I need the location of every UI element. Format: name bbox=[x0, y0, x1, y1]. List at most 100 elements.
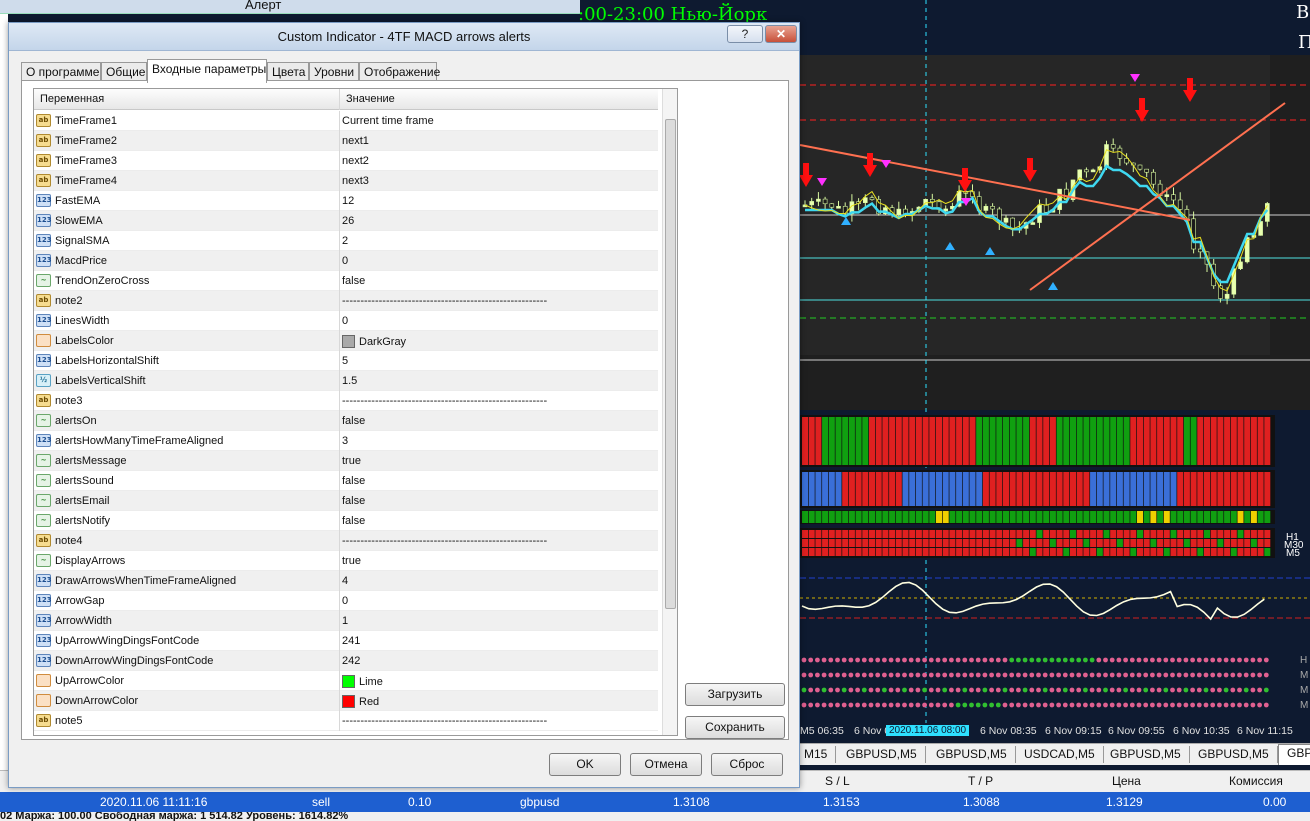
param-value[interactable]: DarkGray bbox=[342, 335, 406, 348]
param-value[interactable]: 0 bbox=[342, 255, 348, 267]
param-row-alertshowmanytimeframealigned[interactable]: 123 alertsHowManyTimeFrameAligned 3 bbox=[34, 431, 658, 451]
column-value[interactable]: Значение bbox=[346, 93, 395, 105]
param-row-displayarrows[interactable]: ~ DisplayArrows true bbox=[34, 551, 658, 571]
grid-scrollbar[interactable] bbox=[662, 89, 677, 735]
param-row-signalsma[interactable]: 123 SignalSMA 2 bbox=[34, 231, 658, 251]
param-value[interactable]: ----------------------------------------… bbox=[342, 535, 547, 547]
param-row-alertsnotify[interactable]: ~ alertsNotify false bbox=[34, 511, 658, 531]
cancel-button[interactable]: Отмена bbox=[630, 753, 702, 776]
aligned-cell bbox=[1190, 511, 1197, 523]
col-commission[interactable]: Комиссия bbox=[1229, 774, 1283, 788]
param-value[interactable]: true bbox=[342, 555, 361, 567]
param-row-note2[interactable]: ab note2 ---------------------------------… bbox=[34, 291, 658, 311]
save-button[interactable]: Сохранить bbox=[685, 716, 785, 739]
chart-tab[interactable]: GBPUSD,M5 bbox=[1190, 746, 1278, 763]
param-value[interactable]: 26 bbox=[342, 215, 354, 227]
param-value[interactable]: Current time frame bbox=[342, 115, 434, 127]
signal-dot bbox=[989, 702, 994, 708]
param-value[interactable]: false bbox=[342, 415, 365, 427]
param-value[interactable]: true bbox=[342, 455, 361, 467]
param-row-trendonzerocross[interactable]: ~ TrendOnZeroCross false bbox=[34, 271, 658, 291]
param-row-timeframe3[interactable]: ab TimeFrame3 next2 bbox=[34, 151, 658, 171]
param-row-alertsmessage[interactable]: ~ alertsMessage true bbox=[34, 451, 658, 471]
chart-tab[interactable]: USDCAD,M5 bbox=[1016, 746, 1104, 763]
param-row-timeframe2[interactable]: ab TimeFrame2 next1 bbox=[34, 131, 658, 151]
close-button[interactable]: ✕ bbox=[765, 25, 797, 43]
param-value[interactable]: ----------------------------------------… bbox=[342, 715, 547, 727]
col-price[interactable]: Цена bbox=[1112, 774, 1141, 788]
param-row-timeframe4[interactable]: ab TimeFrame4 next3 bbox=[34, 171, 658, 191]
tf-cell bbox=[1083, 539, 1090, 547]
chart-tab[interactable]: GBPUSD,M5 bbox=[928, 746, 1016, 763]
param-row-note3[interactable]: ab note3 ---------------------------------… bbox=[34, 391, 658, 411]
param-row-note5[interactable]: ab note5 ---------------------------------… bbox=[34, 711, 658, 731]
param-value[interactable]: Lime bbox=[342, 675, 383, 688]
dialog-titlebar[interactable]: Custom Indicator - 4TF MACD arrows alert… bbox=[9, 23, 799, 51]
param-row-arrowwidth[interactable]: 123 ArrowWidth 1 bbox=[34, 611, 658, 631]
param-value[interactable]: 3 bbox=[342, 435, 348, 447]
help-button[interactable]: ? bbox=[727, 25, 763, 43]
param-row-timeframe1[interactable]: ab TimeFrame1 Current time frame bbox=[34, 111, 658, 131]
tab-levels[interactable]: Уровни bbox=[309, 62, 359, 82]
param-value[interactable]: 0 bbox=[342, 315, 348, 327]
col-sl[interactable]: S / L bbox=[825, 774, 850, 788]
signal-dot bbox=[801, 702, 807, 708]
param-row-labelsverticalshift[interactable]: ½ LabelsVerticalShift 1.5 bbox=[34, 371, 658, 391]
param-value[interactable]: ----------------------------------------… bbox=[342, 295, 547, 307]
param-value[interactable]: 1.5 bbox=[342, 375, 357, 387]
reset-button[interactable]: Сброс bbox=[711, 753, 783, 776]
chart-tab-active[interactable]: GBP bbox=[1278, 744, 1310, 765]
tab-visualization[interactable]: Отображение bbox=[359, 62, 440, 82]
order-row[interactable]: 2020.11.06 11:11:16 sell 0.10 gbpusd 1.3… bbox=[0, 792, 1310, 812]
ok-button[interactable]: OK bbox=[549, 753, 621, 776]
param-value-text: 4 bbox=[342, 575, 349, 587]
param-row-fastema[interactable]: 123 FastEMA 12 bbox=[34, 191, 658, 211]
param-value[interactable]: 5 bbox=[342, 355, 348, 367]
param-row-arrowgap[interactable]: 123 ArrowGap 0 bbox=[34, 591, 658, 611]
param-value[interactable]: false bbox=[342, 275, 365, 287]
tab-inputs[interactable]: Входные параметры bbox=[147, 59, 267, 83]
param-value[interactable]: Red bbox=[342, 695, 379, 708]
col-tp[interactable]: T / P bbox=[968, 774, 993, 788]
param-row-lineswidth[interactable]: 123 LinesWidth 0 bbox=[34, 311, 658, 331]
param-value[interactable]: 1 bbox=[342, 615, 348, 627]
param-row-slowema[interactable]: 123 SlowEMA 26 bbox=[34, 211, 658, 231]
tf-cell bbox=[1016, 530, 1023, 538]
param-value[interactable]: ----------------------------------------… bbox=[342, 395, 547, 407]
scrollbar-thumb[interactable] bbox=[665, 119, 676, 609]
tab-about[interactable]: О программе bbox=[21, 62, 101, 82]
chart-tab[interactable]: GBPUSD,M5 bbox=[1102, 746, 1190, 763]
param-value[interactable]: next3 bbox=[342, 175, 369, 187]
chart-tab[interactable]: M15 bbox=[796, 746, 837, 763]
param-row-labelshorizontalshift[interactable]: 123 LabelsHorizontalShift 5 bbox=[34, 351, 658, 371]
param-value[interactable]: next1 bbox=[342, 135, 369, 147]
tab-colors[interactable]: Цвета bbox=[267, 62, 309, 82]
param-row-uparrowwingdingsfontcode[interactable]: 123 UpArrowWingDingsFontCode 241 bbox=[34, 631, 658, 651]
macd-bar bbox=[1177, 472, 1184, 506]
param-value[interactable]: 12 bbox=[342, 195, 354, 207]
param-row-uparrowcolor[interactable]: UpArrowColor Lime bbox=[34, 671, 658, 691]
param-row-labelscolor[interactable]: LabelsColor DarkGray bbox=[34, 331, 658, 351]
param-row-alertson[interactable]: ~ alertsOn false bbox=[34, 411, 658, 431]
param-value[interactable]: 242 bbox=[342, 655, 360, 667]
param-row-note4[interactable]: ab note4 ---------------------------------… bbox=[34, 531, 658, 551]
param-value[interactable]: 4 bbox=[342, 575, 348, 587]
param-row-alertsemail[interactable]: ~ alertsEmail false bbox=[34, 491, 658, 511]
chart-tab[interactable]: GBPUSD,M5 bbox=[838, 746, 926, 763]
param-value[interactable]: 2 bbox=[342, 235, 348, 247]
param-value[interactable]: next2 bbox=[342, 155, 369, 167]
param-row-alertssound[interactable]: ~ alertsSound false bbox=[34, 471, 658, 491]
tab-common[interactable]: Общие bbox=[101, 62, 147, 82]
param-value[interactable]: 241 bbox=[342, 635, 360, 647]
param-row-drawarrowswhentimeframealigned[interactable]: 123 DrawArrowsWhenTimeFrameAligned 4 bbox=[34, 571, 658, 591]
param-value[interactable]: false bbox=[342, 475, 365, 487]
param-value[interactable]: false bbox=[342, 515, 365, 527]
param-row-macdprice[interactable]: 123 MacdPrice 0 bbox=[34, 251, 658, 271]
param-value[interactable]: 0 bbox=[342, 595, 348, 607]
param-value[interactable]: false bbox=[342, 495, 365, 507]
load-button[interactable]: Загрузить bbox=[685, 683, 785, 706]
param-name: TrendOnZeroCross bbox=[55, 275, 150, 287]
column-variable[interactable]: Переменная bbox=[40, 93, 104, 105]
param-row-downarrowcolor[interactable]: DownArrowColor Red bbox=[34, 691, 658, 711]
param-row-downarrowwingdingsfontcode[interactable]: 123 DownArrowWingDingsFontCode 242 bbox=[34, 651, 658, 671]
